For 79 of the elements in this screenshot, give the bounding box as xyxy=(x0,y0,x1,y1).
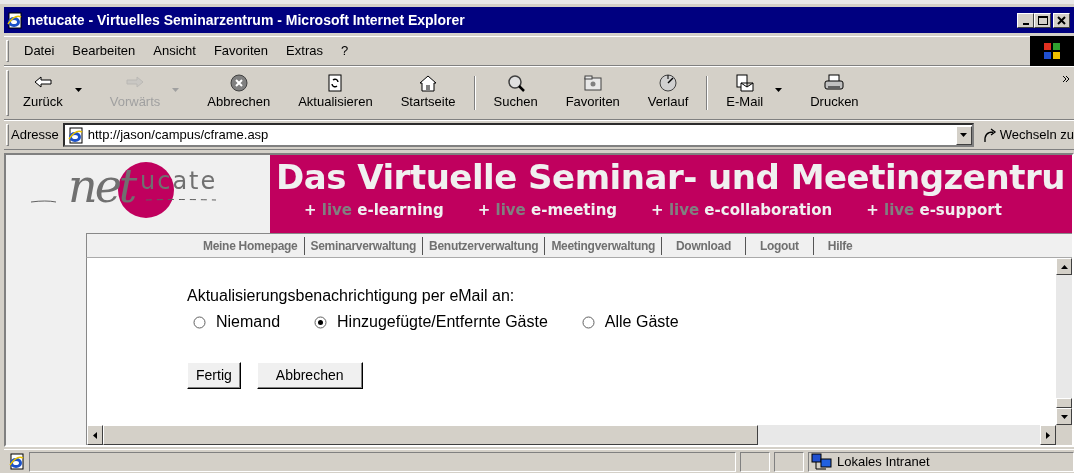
nav-link[interactable]: Download xyxy=(662,236,746,255)
page-icon xyxy=(66,126,84,144)
tagline: + live e-meeting xyxy=(477,200,618,221)
radio-button[interactable] xyxy=(193,315,206,329)
close-icon xyxy=(1056,14,1067,26)
prompt-text: Aktualisierungsbenachrichtigung per eMail an: xyxy=(187,286,516,306)
envelope-icon xyxy=(734,74,755,93)
toolbar-button[interactable]: E-Mail xyxy=(718,72,791,114)
menu-item[interactable]: Bearbeiten xyxy=(63,39,145,63)
scroll-corner xyxy=(1056,425,1072,445)
minimize-icon xyxy=(1022,22,1029,25)
scroll-up-button[interactable] xyxy=(1056,258,1072,275)
curved-arrow-icon xyxy=(981,127,998,143)
down-arrow-icon xyxy=(1060,414,1068,419)
tagline: + live e-learning xyxy=(304,200,444,221)
clock-icon xyxy=(658,74,679,93)
go-button[interactable]: Wechseln zu xyxy=(973,125,1074,145)
maximize-button[interactable] xyxy=(1034,12,1051,28)
tagline: + live e-support xyxy=(866,200,1002,221)
tagline: + live e-collaboration xyxy=(651,200,833,221)
radio-option[interactable]: Hinzugefügte/Entfernte Gäste xyxy=(314,310,548,334)
menu-item[interactable]: Ansicht xyxy=(144,39,205,63)
caret-icon xyxy=(775,88,783,92)
folder-icon xyxy=(582,74,603,93)
scroll-thumb[interactable] xyxy=(103,425,758,445)
scroll-down-button[interactable] xyxy=(1056,408,1072,425)
close-button[interactable] xyxy=(1053,12,1070,28)
menu-item[interactable]: Extras xyxy=(277,39,332,63)
minimize-button[interactable] xyxy=(1017,12,1034,28)
radio-option[interactable]: Niemand xyxy=(193,310,281,334)
nav-link[interactable]: Hilfe xyxy=(813,236,867,255)
radio-option[interactable]: Alle Gäste xyxy=(581,310,679,334)
form-button[interactable]: Abbrechen xyxy=(256,362,363,389)
up-arrow-icon xyxy=(1060,264,1068,269)
browser-icon xyxy=(6,11,23,29)
form-button[interactable]: Fertig xyxy=(187,362,241,389)
right-arrow-icon xyxy=(1046,431,1050,439)
nav-link[interactable]: Seminarverwaltung xyxy=(304,236,424,255)
network-icon xyxy=(811,452,833,471)
caret-icon xyxy=(172,88,180,92)
toolbar-button[interactable]: Suchen xyxy=(485,72,546,114)
house-icon xyxy=(418,74,439,93)
menu-item[interactable]: Favoriten xyxy=(204,39,278,63)
address-label: Adresse xyxy=(11,126,59,145)
scroll-left-button[interactable] xyxy=(87,425,103,445)
status-pane xyxy=(774,451,804,472)
dropdown-button[interactable] xyxy=(955,125,972,145)
search-icon xyxy=(505,74,526,93)
status-pane xyxy=(740,451,770,472)
left-arrow-icon xyxy=(93,431,97,439)
nav-link[interactable]: Benutzerverwaltung xyxy=(423,236,546,255)
scroll-right-button[interactable] xyxy=(1040,425,1056,445)
site-title: Das Virtuelle Seminar- und Meetingzentru xyxy=(276,156,1066,199)
nav-link[interactable]: Meetingverwaltung xyxy=(545,236,662,255)
menu-item[interactable]: Datei xyxy=(15,39,64,63)
nav-link[interactable]: Meine Homepage xyxy=(197,236,305,255)
maximize-icon xyxy=(1037,14,1048,26)
windows-logo-icon xyxy=(1043,42,1061,60)
nav-link[interactable]: Logout xyxy=(745,236,814,255)
caret-icon xyxy=(960,133,968,137)
toolbar-button[interactable]: Favoriten xyxy=(557,72,628,114)
zone-label: Lokales Intranet xyxy=(837,452,930,471)
stop-icon xyxy=(228,74,249,93)
address-field[interactable]: http://jason/campus/cframe.asp xyxy=(62,123,974,147)
toolbar-button[interactable]: Startseite xyxy=(392,72,464,114)
toolbar-button[interactable]: Drucken xyxy=(802,72,867,114)
radio-button[interactable] xyxy=(314,315,328,329)
menu-item[interactable]: ? xyxy=(331,39,358,63)
printer-icon xyxy=(824,74,845,93)
window-title: netucate - Virtuelles Seminarzentrum - Microsoft Internet Explorer xyxy=(27,10,466,30)
caret-icon xyxy=(74,88,82,92)
scroll-thumb[interactable] xyxy=(1056,398,1072,408)
toolbar-button[interactable]: Zurück xyxy=(15,72,90,114)
toolbar-button[interactable]: Aktualisieren xyxy=(290,72,381,114)
radio-button[interactable] xyxy=(581,315,595,329)
page-icon xyxy=(8,453,25,470)
toolbar-button[interactable]: Abbrechen xyxy=(199,72,279,114)
toolbar-button[interactable]: Verlauf xyxy=(639,72,697,114)
chevron-icon[interactable] xyxy=(1062,75,1070,83)
